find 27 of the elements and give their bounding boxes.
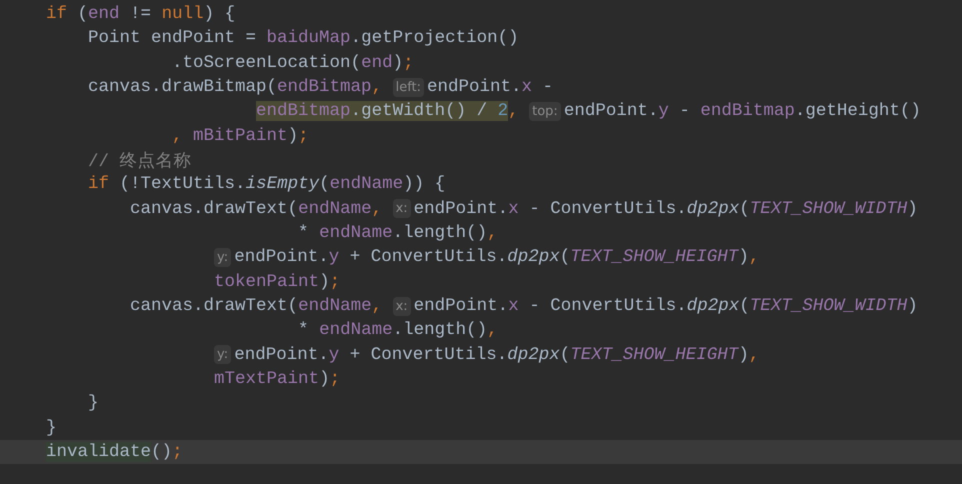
code-text: canvas.drawText(endName,	[129, 198, 384, 219]
code-text: endPoint.x -	[427, 77, 554, 98]
inlay-hint: left:	[392, 78, 424, 97]
code-text: if (end != null) {	[45, 4, 236, 24]
code-text: endPoint.y + ConvertUtils.dp2px(TEXT_SHOW_HEIGHT),	[234, 344, 760, 365]
code-text: canvas.drawBitmap(endBitmap,	[87, 77, 384, 98]
code-text: , mBitPaint);	[171, 126, 309, 146]
code-text: endPoint.y + ConvertUtils.dp2px(TEXT_SHOW_HEIGHT),	[234, 247, 760, 268]
inlay-hint: x:	[392, 199, 411, 218]
code-text: endPoint.x - ConvertUtils.dp2px(TEXT_SHOW_WIDTH)	[414, 296, 918, 316]
code-text: canvas.drawText(endName,	[129, 296, 384, 316]
code-text: endPoint.y - endBitmap.getHeight()	[564, 101, 921, 122]
inlay-hint: top:	[529, 102, 561, 121]
code-text: if (!TextUtils.isEmpty(endName)) {	[87, 174, 446, 194]
code-text: }	[45, 418, 57, 438]
inlay-hint: y:	[214, 345, 232, 364]
code-text: * endName.length(),	[297, 223, 498, 244]
code-text: tokenPaint);	[213, 272, 340, 292]
code-text: }	[87, 393, 99, 414]
code-text: .toScreenLocation(end);	[171, 52, 414, 73]
code-text: mTextPaint);	[213, 369, 340, 390]
inlay-hint: y:	[214, 248, 232, 267]
code-text: // 终点名称	[87, 150, 192, 172]
inlay-hint: x:	[392, 296, 411, 316]
code-text: Point endPoint = baiduMap.getProjection()	[87, 28, 519, 48]
code-text: * endName.length(),	[297, 320, 498, 340]
code-text: endPoint.x - ConvertUtils.dp2px(TEXT_SHOW_WIDTH)	[414, 198, 918, 219]
